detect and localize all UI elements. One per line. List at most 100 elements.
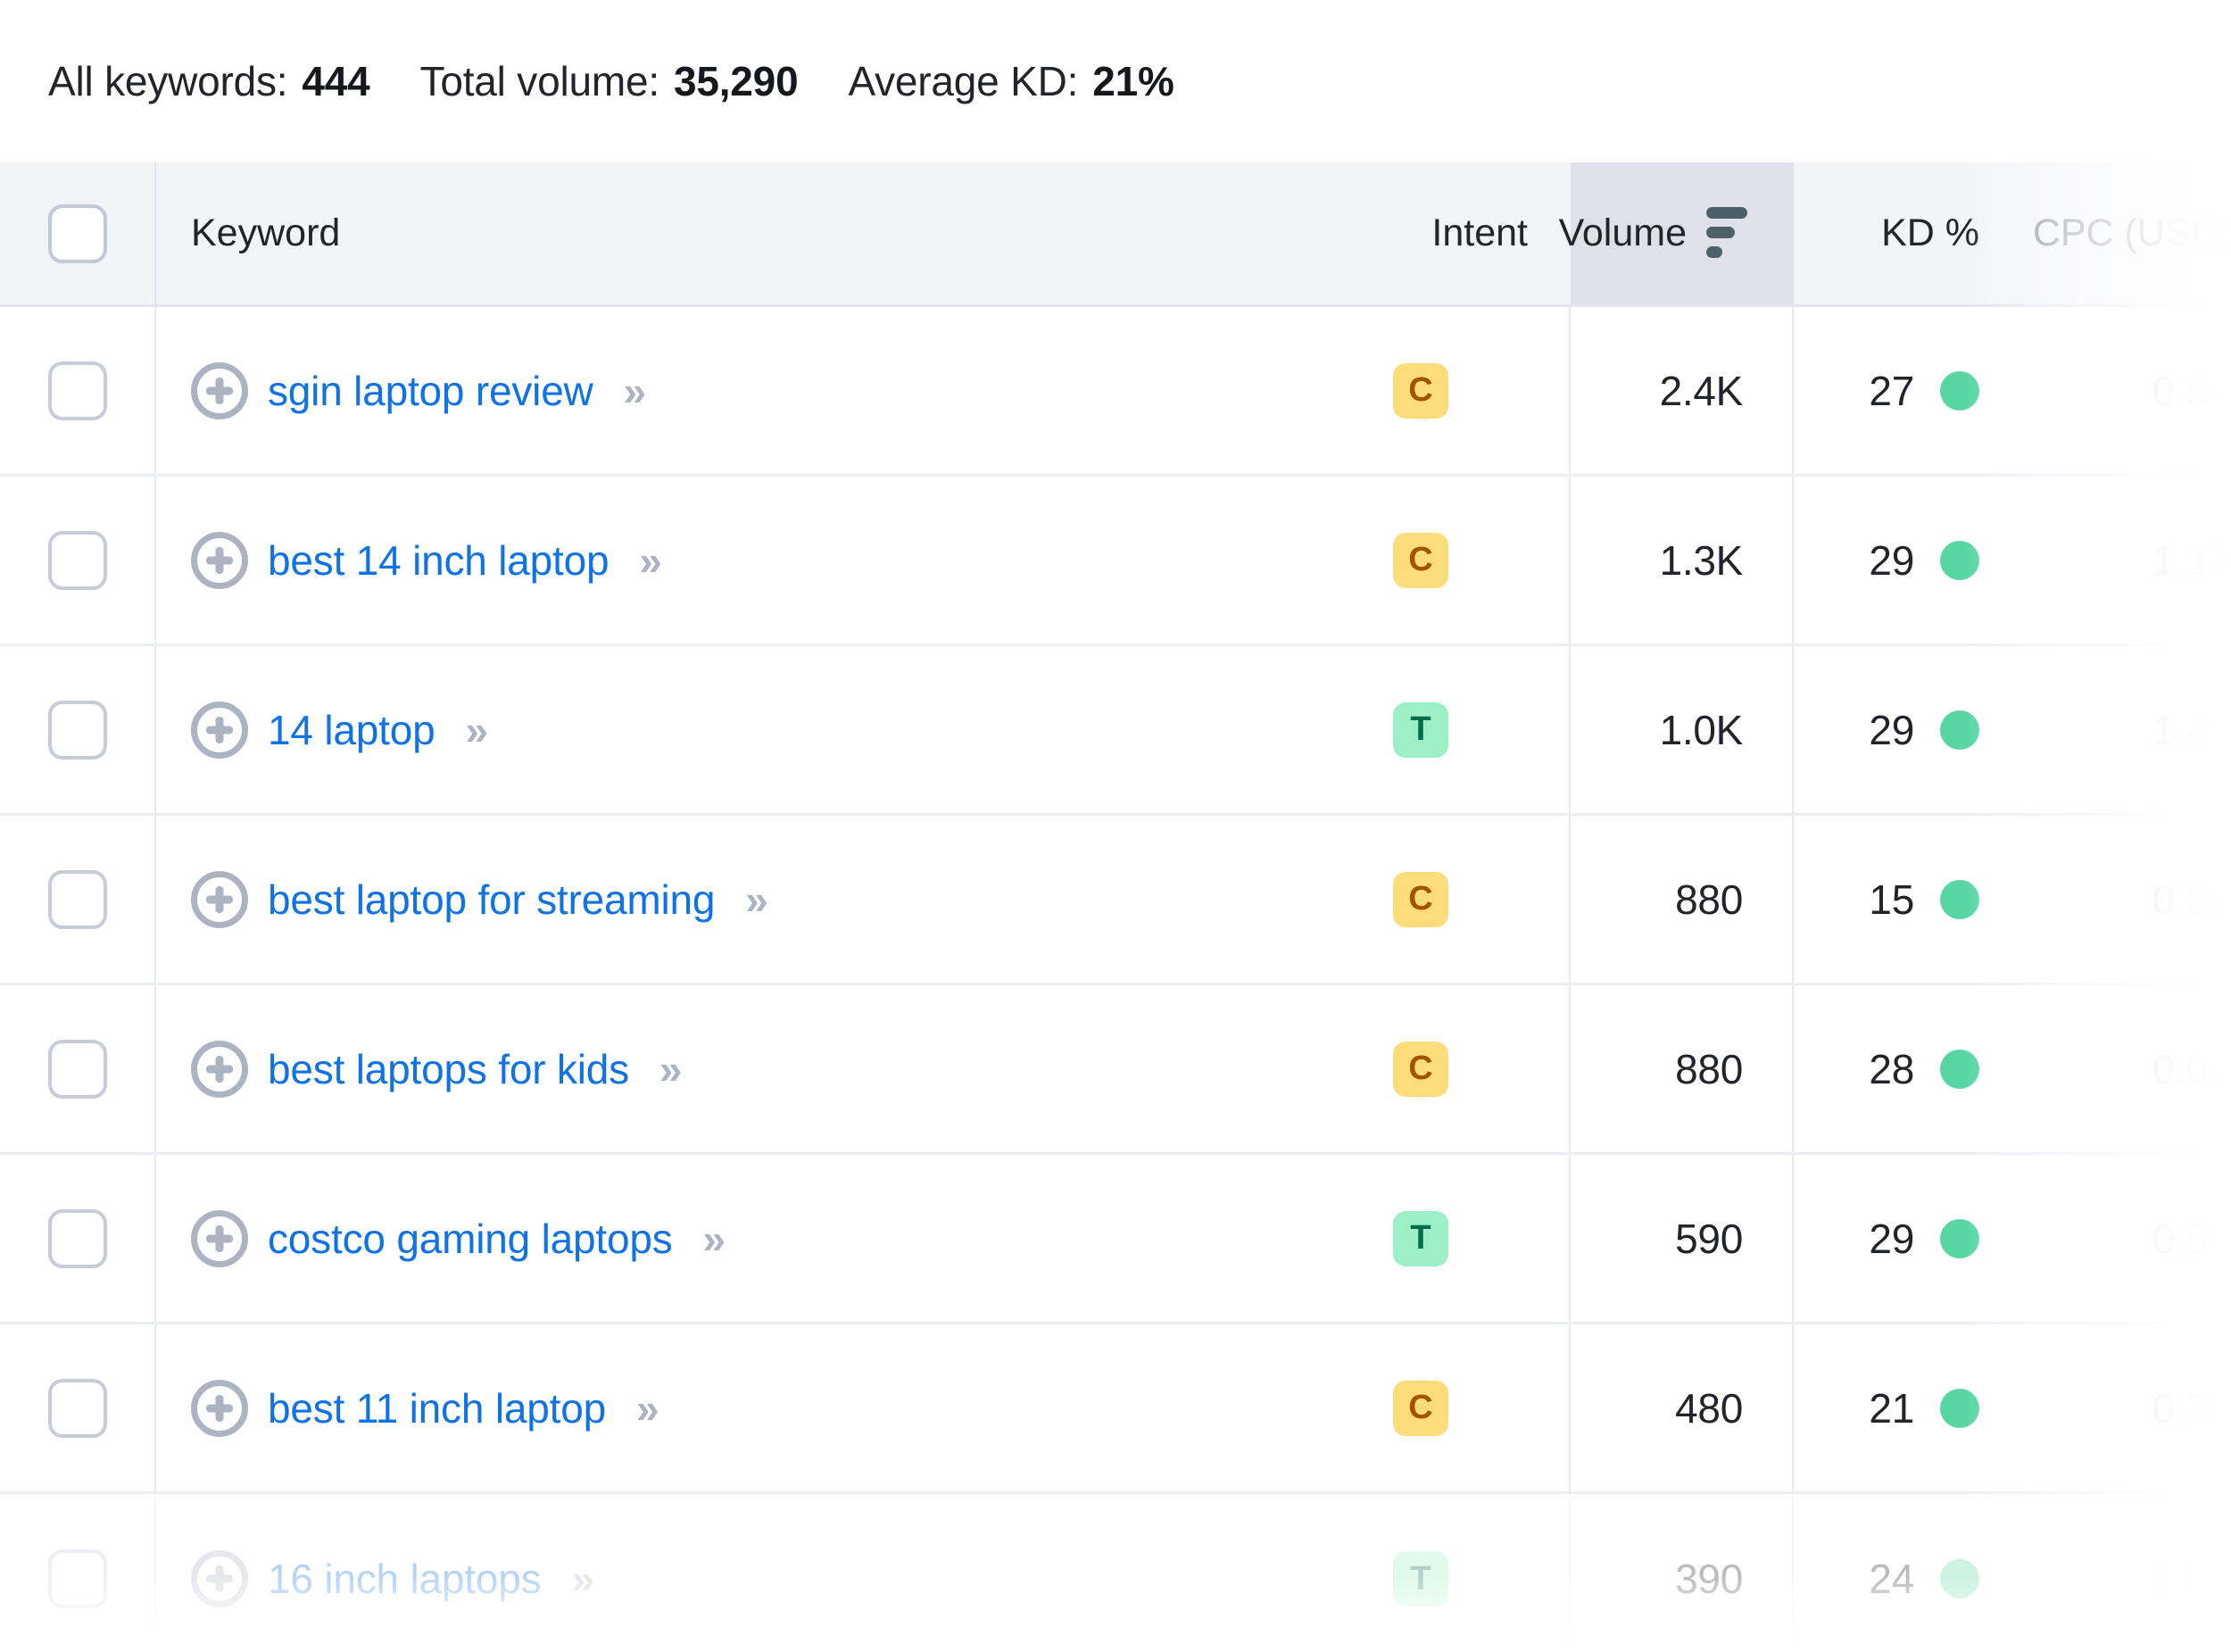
volume-value: 1.0K [1660,706,1743,754]
keyword-cell: 16 inch laptops » [156,1494,1365,1652]
row-select-cell[interactable] [0,985,156,1152]
kd-value: 27 [1869,367,1914,415]
keywords-table: Keyword Intent Volume KD % CPC (USD) sgi… [0,162,2231,1652]
intent-badge[interactable]: C [1393,1381,1448,1436]
keyword-link[interactable]: best laptops for kids [268,1045,629,1093]
volume-value: 390 [1675,1555,1743,1603]
chevron-double-right-icon[interactable]: » [624,370,642,411]
intent-badge[interactable]: T [1393,702,1448,758]
intent-badge[interactable]: C [1393,363,1448,419]
cpc-cell: 0.86 [2012,816,2231,983]
intent-badge[interactable]: T [1393,1551,1448,1606]
keyword-link[interactable]: best 11 inch laptop [268,1384,606,1432]
column-header-kd[interactable]: KD % [1794,162,2012,304]
column-header-keyword[interactable]: Keyword [156,162,1365,304]
chevron-double-right-icon[interactable]: » [639,540,657,581]
kd-cell: 29 [1794,646,2012,813]
table-row[interactable]: best 11 inch laptop»C480210.78 [0,1324,2231,1494]
row-checkbox[interactable] [48,1549,107,1608]
row-select-cell[interactable] [0,646,156,813]
plus-circle-icon[interactable] [191,701,248,759]
keyword-link[interactable]: costco gaming laptops [268,1215,673,1263]
kd-value: 15 [1869,876,1914,924]
column-header-intent-label: Intent [1431,212,1528,255]
row-checkbox[interactable] [48,1209,107,1268]
keyword-link[interactable]: 14 laptop [268,706,435,754]
table-row[interactable]: sgin laptop review»C2.4K270.56 [0,307,2231,477]
row-select-cell[interactable] [0,477,156,643]
row-select-cell[interactable] [0,1494,156,1652]
keyword-summary-bar: All keywords: 444 Total volume: 35,290 A… [0,0,2231,162]
keyword-cell: best laptops for kids » [156,985,1365,1152]
row-select-cell[interactable] [0,1155,156,1322]
table-row[interactable]: costco gaming laptops»T590290.50 [0,1155,2231,1324]
kd-cell: 15 [1794,816,2012,983]
table-row[interactable]: best 14 inch laptop»C1.3K291.17 [0,477,2231,646]
select-all-cell[interactable] [0,162,156,304]
cpc-value: 0.00 [2152,1045,2231,1093]
kd-cell: 27 [1794,307,2012,474]
summary-label-average-kd: Average KD: [848,57,1078,105]
kd-difficulty-dot [1940,1219,1979,1258]
keyword-table-panel: All keywords: 444 Total volume: 35,290 A… [0,0,2231,1652]
plus-circle-icon[interactable] [191,532,248,589]
kd-value: 29 [1869,536,1914,585]
volume-cell: 2.4K [1571,307,1794,474]
keyword-cell: sgin laptop review » [156,307,1365,474]
intent-cell: C [1365,816,1571,983]
intent-cell: C [1365,477,1571,643]
row-checkbox[interactable] [48,531,107,590]
column-header-intent[interactable]: Intent [1365,162,1571,304]
chevron-double-right-icon[interactable]: » [571,1558,589,1599]
row-checkbox[interactable] [48,1040,107,1099]
column-header-cpc[interactable]: CPC (USD) [2012,162,2231,304]
chevron-double-right-icon[interactable]: » [745,879,763,920]
intent-cell: T [1365,646,1571,813]
kd-difficulty-dot [1940,541,1979,580]
column-header-keyword-label: Keyword [191,212,340,255]
plus-circle-icon[interactable] [191,1550,248,1607]
row-checkbox[interactable] [48,361,107,420]
keyword-link[interactable]: 16 inch laptops [268,1555,541,1603]
table-row[interactable]: 14 laptop » T 1.0K 291.48 [0,646,2231,816]
row-select-cell[interactable] [0,1324,156,1491]
kd-cell: 21 [1794,1324,2012,1491]
chevron-double-right-icon[interactable]: » [703,1218,721,1259]
kd-difficulty-dot [1940,1559,1979,1598]
chevron-double-right-icon[interactable]: » [659,1049,677,1090]
sort-descending-icon[interactable] [1706,207,1747,261]
cpc-cell: 1.17 [2012,477,2231,643]
plus-circle-icon[interactable] [191,362,248,419]
intent-badge[interactable]: C [1393,533,1448,588]
plus-circle-icon[interactable] [191,871,248,928]
summary-label-total-volume: Total volume: [420,57,659,105]
intent-badge[interactable]: C [1393,872,1448,927]
plus-circle-icon[interactable] [191,1041,248,1098]
keyword-link[interactable]: sgin laptop review [268,367,593,415]
row-checkbox[interactable] [48,1379,107,1438]
summary-value-average-kd: 21% [1092,57,1174,105]
column-header-kd-label: KD % [1881,212,1979,255]
row-checkbox[interactable] [48,701,107,760]
kd-cell: 29 [1794,1155,2012,1322]
keyword-link[interactable]: best laptop for streaming [268,876,715,924]
cpc-cell: 1.48 [2012,646,2231,813]
row-select-cell[interactable] [0,307,156,474]
keyword-cell: best laptop for streaming » [156,816,1365,983]
chevron-double-right-icon[interactable]: » [465,710,483,751]
table-row[interactable]: best laptops for kids»C880280.00 [0,985,2231,1155]
select-all-checkbox[interactable] [48,204,107,263]
row-checkbox[interactable] [48,870,107,929]
chevron-double-right-icon[interactable]: » [636,1388,654,1429]
summary-stat-total-volume: Total volume: 35,290 [420,57,799,105]
table-row[interactable]: best laptop for streaming»C880150.86 [0,816,2231,985]
column-header-volume[interactable]: Volume [1571,162,1794,304]
table-row[interactable]: 16 inch laptops»T390241.57 [0,1494,2231,1652]
intent-badge[interactable]: C [1393,1042,1448,1097]
kd-value: 28 [1869,1045,1914,1093]
plus-circle-icon[interactable] [191,1380,248,1437]
plus-circle-icon[interactable] [191,1210,248,1267]
keyword-link[interactable]: best 14 inch laptop [268,536,609,585]
row-select-cell[interactable] [0,816,156,983]
intent-badge[interactable]: T [1393,1211,1448,1266]
